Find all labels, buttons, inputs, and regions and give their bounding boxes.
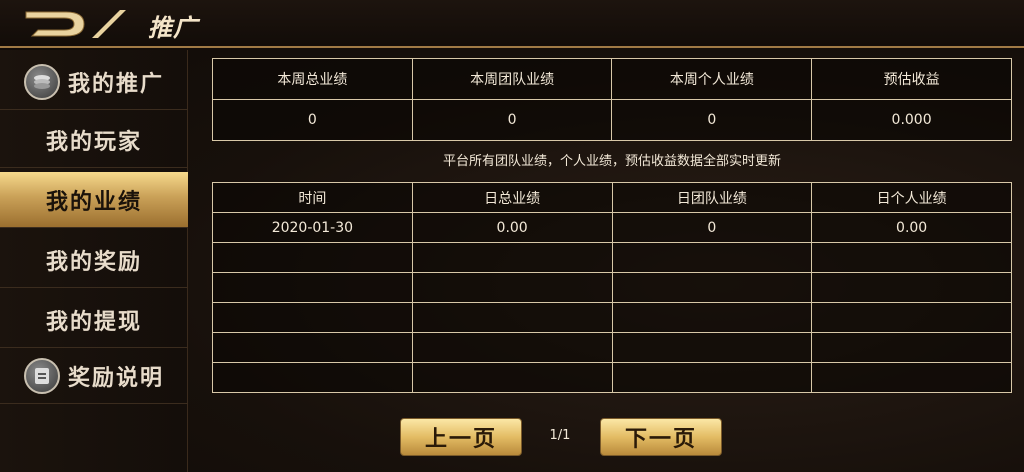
value-cell: 0 (411, 99, 613, 141)
header-cell: 时间 (212, 182, 413, 213)
header-cell: 日个人业绩 (811, 182, 1012, 213)
weekly-summary-table: 本周总业绩 本周团队业绩 本周个人业绩 预估收益 0 0 0 0.000 (212, 58, 1012, 141)
prev-page-button[interactable]: 上一页 (400, 418, 522, 456)
table-row (212, 242, 1012, 273)
page-indicator: 1/1 (549, 428, 571, 443)
cell: 2020-01-30 (212, 212, 413, 243)
cell (411, 242, 613, 273)
cell (811, 362, 1012, 393)
cell (611, 272, 813, 303)
sidebar: 我的推广 我的玩家 我的业绩 我的奖励 我的提现 奖励说明 (0, 50, 188, 472)
header-bar: 推广 (0, 0, 1024, 48)
cell (611, 302, 813, 333)
table-row (212, 272, 1012, 303)
cell (212, 332, 413, 363)
cell (811, 272, 1012, 303)
cell (212, 302, 413, 333)
sidebar-item-reward-rules[interactable]: 奖励说明 (0, 348, 188, 404)
header-cell: 本周个人业绩 (611, 58, 813, 100)
cell (212, 272, 413, 303)
page-title: 推广 (148, 14, 198, 42)
value-cell: 0 (212, 99, 413, 141)
sidebar-item-label: 我的奖励 (45, 249, 142, 275)
cell (811, 302, 1012, 333)
cell (611, 242, 813, 273)
cell: 0 (611, 212, 813, 243)
sidebar-item-label: 我的提现 (45, 309, 142, 335)
cell: 0.00 (411, 212, 613, 243)
table-row: 0 0 0 0.000 (212, 99, 1012, 141)
cell: 0.00 (811, 212, 1012, 243)
value-cell: 0.000 (811, 99, 1012, 141)
daily-performance-table: 时间 日总业绩 日团队业绩 日个人业绩 2020-01-30 0.00 0 0.… (212, 182, 1012, 393)
header-cell: 本周总业绩 (212, 58, 413, 100)
table-row (212, 362, 1012, 393)
header-cell: 日团队业绩 (611, 182, 813, 213)
next-page-button[interactable]: 下一页 (600, 418, 722, 456)
table-row: 2020-01-30 0.00 0 0.00 (212, 212, 1012, 243)
back-arrow-icon[interactable] (22, 8, 132, 40)
table-header-row: 时间 日总业绩 日团队业绩 日个人业绩 (212, 182, 1012, 213)
sidebar-item-label: 奖励说明 (67, 365, 164, 391)
cell (212, 242, 413, 273)
sidebar-item-label: 我的推广 (67, 71, 164, 97)
sidebar-item-label: 我的业绩 (45, 189, 142, 215)
table-row (212, 302, 1012, 333)
cell (411, 302, 613, 333)
coin-stack-icon (23, 63, 60, 100)
sidebar-item-label: 我的玩家 (45, 129, 142, 155)
table-header-row: 本周总业绩 本周团队业绩 本周个人业绩 预估收益 (212, 58, 1012, 100)
cell (411, 332, 613, 363)
sidebar-item-my-performance[interactable]: 我的业绩 (0, 172, 188, 228)
cell (411, 362, 613, 393)
sidebar-item-my-players[interactable]: 我的玩家 (0, 112, 188, 168)
sidebar-item-my-withdraw[interactable]: 我的提现 (0, 292, 188, 348)
cell (212, 362, 413, 393)
value-cell: 0 (611, 99, 813, 141)
cell (611, 332, 813, 363)
sidebar-item-my-promotion[interactable]: 我的推广 (0, 54, 188, 110)
cell (611, 362, 813, 393)
realtime-note: 平台所有团队业绩，个人业绩，预估收益数据全部实时更新 (442, 154, 781, 169)
header-cell: 本周团队业绩 (411, 58, 613, 100)
header-cell: 预估收益 (811, 58, 1012, 100)
header-cell: 日总业绩 (411, 182, 613, 213)
document-icon (23, 357, 60, 394)
cell (811, 332, 1012, 363)
sidebar-item-my-rewards[interactable]: 我的奖励 (0, 232, 188, 288)
table-row (212, 332, 1012, 363)
cell (811, 242, 1012, 273)
cell (411, 272, 613, 303)
